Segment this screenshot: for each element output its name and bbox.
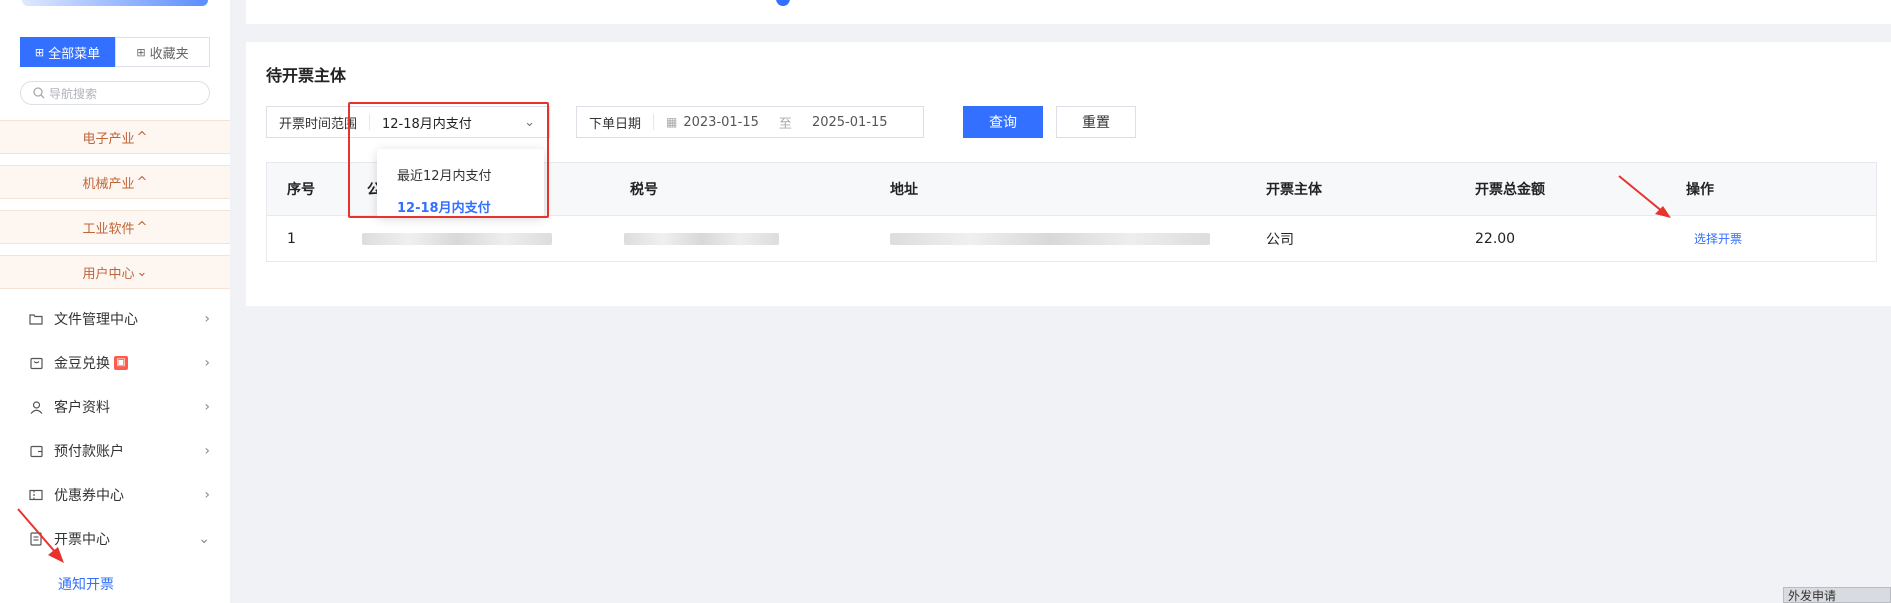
sidebar-subitem-notify-invoice[interactable]: 通知开票 bbox=[58, 574, 114, 594]
sidebar-item-customer-info[interactable]: 客户资料 › bbox=[0, 387, 230, 427]
bag-icon bbox=[28, 355, 44, 371]
date-start-input[interactable]: 2023-01-15 bbox=[683, 115, 759, 130]
menu-tabs: ⊞ 全部菜单 ⊞ 收藏夹 bbox=[20, 37, 210, 67]
grid-icon: ⊞ bbox=[34, 45, 45, 59]
address-redacted bbox=[890, 216, 1210, 261]
arrow-annotation-sidebar bbox=[17, 508, 64, 563]
user-icon bbox=[28, 399, 44, 415]
order-date-range-picker[interactable]: 下单日期 ▦ 2023-01-15 至 2025-01-15 bbox=[576, 106, 924, 138]
chevron-right-icon: › bbox=[204, 443, 210, 459]
sidebar-top-banner[interactable] bbox=[22, 0, 208, 6]
highlight-box bbox=[348, 102, 549, 218]
search-icon bbox=[33, 87, 45, 99]
chevron-right-icon: › bbox=[204, 399, 210, 415]
date-end-input[interactable]: 2025-01-15 bbox=[812, 115, 888, 130]
category-industrial-software[interactable]: 工业软件 ^ bbox=[0, 210, 230, 244]
external-request-button[interactable]: 外发申请 bbox=[1783, 587, 1891, 603]
gift-icon: ▣ bbox=[114, 356, 128, 370]
sidebar-item-prepaid-account[interactable]: 预付款账户 › bbox=[0, 431, 230, 471]
category-electronics[interactable]: 电子产业 ^ bbox=[0, 120, 230, 154]
page-title: 待开票主体 bbox=[266, 66, 347, 85]
company-name-redacted bbox=[362, 216, 552, 261]
wallet-icon bbox=[28, 443, 44, 459]
tax-number-redacted bbox=[624, 216, 779, 261]
sidebar-item-gold-exchange[interactable]: 金豆兑换 ▣ › bbox=[0, 343, 230, 383]
calendar-icon: ▦ bbox=[666, 115, 678, 129]
sidebar-item-file-center[interactable]: 文件管理中心 › bbox=[0, 299, 230, 339]
select-invoice-link[interactable]: 选择开票 bbox=[1694, 216, 1742, 261]
chevron-right-icon: › bbox=[204, 355, 210, 371]
folder-icon bbox=[28, 311, 44, 327]
category-machinery[interactable]: 机械产业 ^ bbox=[0, 165, 230, 199]
chevron-right-icon: › bbox=[204, 311, 210, 327]
tab-all-menu[interactable]: ⊞ 全部菜单 bbox=[20, 37, 115, 67]
nav-search-input[interactable]: 导航搜索 bbox=[20, 81, 210, 105]
chevron-right-icon: › bbox=[204, 487, 210, 503]
coupon-icon bbox=[28, 487, 44, 503]
chevron-up-icon: ^ bbox=[136, 129, 148, 145]
chevron-down-icon: ⌄ bbox=[198, 531, 210, 547]
arrow-annotation-action bbox=[1618, 175, 1671, 218]
step-indicator bbox=[776, 0, 790, 6]
category-user-center[interactable]: 用户中心 ⌄ bbox=[0, 255, 230, 289]
reset-button[interactable]: 重置 bbox=[1056, 106, 1136, 138]
top-panel bbox=[246, 0, 1891, 24]
chevron-up-icon: ^ bbox=[136, 219, 148, 235]
tab-favorites[interactable]: ⊞ 收藏夹 bbox=[115, 37, 210, 67]
chevron-up-icon: ^ bbox=[136, 174, 148, 190]
query-button[interactable]: 查询 bbox=[963, 106, 1043, 138]
chevron-down-icon: ⌄ bbox=[136, 264, 148, 280]
grid-icon: ⊞ bbox=[136, 45, 146, 59]
